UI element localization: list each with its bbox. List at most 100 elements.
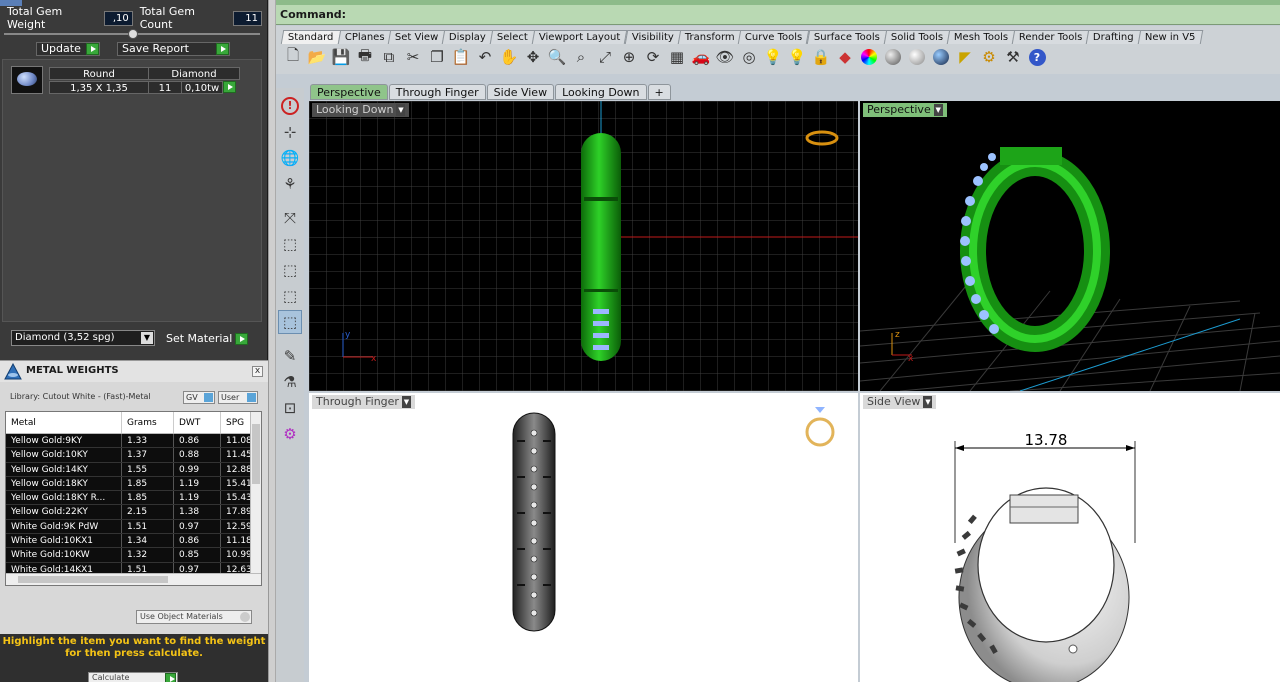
print-icon[interactable]: 🖶 (354, 46, 376, 68)
sphere-dark-icon[interactable] (882, 46, 904, 68)
rotate-icon[interactable]: ⟳ (642, 46, 664, 68)
toolbar-tab[interactable]: Surface Tools (806, 30, 887, 44)
column-header[interactable]: DWT (174, 412, 221, 433)
axes-icon[interactable]: ⚘ (278, 172, 302, 196)
column-header[interactable]: Metal (6, 412, 122, 433)
update-button[interactable]: Update (36, 42, 100, 56)
lock-icon[interactable]: 🔒 (810, 46, 832, 68)
vertical-scrollbar[interactable] (250, 412, 261, 575)
save-icon[interactable]: 💾 (330, 46, 352, 68)
gem-row-go-button[interactable] (223, 81, 237, 94)
toolbar-tab[interactable]: Viewport Layout (531, 30, 628, 44)
eye-icon[interactable]: 👁 (714, 46, 736, 68)
transform-icon[interactable]: ⤧ (278, 206, 302, 230)
layer-icon[interactable]: ◆ (834, 46, 856, 68)
toolbar-tab[interactable]: Render Tools (1011, 30, 1090, 44)
gumball-icon[interactable]: ⊹ (278, 120, 302, 144)
table-row[interactable]: Yellow Gold:9KY 1.33 0.86 11.08 (6, 434, 251, 449)
table-row[interactable]: Yellow Gold:22KY 2.15 1.38 17.89 (6, 505, 251, 520)
box-side-icon[interactable]: ⬚ (278, 284, 302, 308)
calculate-button[interactable]: Calculate (88, 672, 178, 682)
sphere-blue-icon[interactable] (930, 46, 952, 68)
fill-icon[interactable]: ⚗ (278, 370, 302, 394)
toolbar-tab[interactable]: Select (490, 30, 536, 44)
viewport-looking-down[interactable]: y x Looking Down ▼ (309, 101, 858, 391)
viewport-tab[interactable]: Through Finger (388, 84, 486, 100)
move-icon[interactable]: ✥ (522, 46, 544, 68)
table-row[interactable]: White Gold:10KW 1.32 0.85 10.99 (6, 548, 251, 563)
toolbar-tab[interactable]: Drafting (1086, 30, 1142, 44)
table-row[interactable]: Yellow Gold:14KY 1.55 0.99 12.88 (6, 462, 251, 477)
toolbar-tab[interactable]: Mesh Tools (946, 30, 1016, 44)
close-icon[interactable]: x (252, 366, 263, 377)
sphere-white-icon[interactable] (906, 46, 928, 68)
viewport-side-view[interactable]: 13.78 Side View ▼ (860, 393, 1280, 682)
cog-purple-icon[interactable]: ⚙ (278, 422, 302, 446)
set-material-button[interactable]: Set Material (162, 332, 248, 346)
table-row[interactable]: White Gold:9K PdW 1.51 0.97 12.59 (6, 519, 251, 535)
viewport-through-finger[interactable]: Through Finger ▼ (309, 393, 858, 682)
user-toggle[interactable]: User (218, 391, 258, 404)
add-viewport-tab[interactable]: + (647, 84, 671, 100)
toolbar-tab[interactable]: Visibility (624, 30, 681, 44)
gem-slider-knob[interactable] (128, 29, 138, 39)
copy-icon[interactable]: ❐ (426, 46, 448, 68)
box-top-icon[interactable]: ⬚ (278, 232, 302, 256)
viewport-title-perspective[interactable]: Perspective ▼ (863, 103, 947, 117)
toolbar-tab[interactable]: CPlanes (337, 30, 392, 44)
zoom-extents-icon[interactable]: ⤢ (594, 46, 616, 68)
use-object-materials-button[interactable]: Use Object Materials (136, 610, 252, 624)
save-report-button[interactable]: Save Report (117, 42, 230, 56)
light-icon[interactable]: 💡 (786, 46, 808, 68)
undo-icon[interactable]: ↶ (474, 46, 496, 68)
grid-icon[interactable]: ▦ (666, 46, 688, 68)
viewport-title-through-finger[interactable]: Through Finger ▼ (312, 395, 415, 409)
viewport-perspective[interactable]: z x Perspective ▼ (860, 101, 1280, 391)
box-front-icon[interactable]: ⬚ (278, 258, 302, 282)
globe-icon[interactable]: 🌐 (278, 146, 302, 170)
column-header[interactable]: SPG (221, 412, 251, 433)
tools-icon[interactable]: ⚒ (1002, 46, 1024, 68)
material-select[interactable]: Diamond (3,52 spg) ▼ (11, 330, 155, 346)
zoom-selected-icon[interactable]: ⊕ (618, 46, 640, 68)
zoom-icon[interactable]: 🔍 (546, 46, 568, 68)
magic-wand-icon[interactable]: ✎ (278, 344, 302, 368)
viewport-tab[interactable]: Side View (486, 84, 555, 100)
lightbulb-icon[interactable]: 💡 (762, 46, 784, 68)
cut-icon[interactable]: ✂ (402, 46, 424, 68)
table-row[interactable]: White Gold:10KX1 1.34 0.86 11.18 (6, 534, 251, 549)
viewport-title-looking-down[interactable]: Looking Down ▼ (312, 103, 410, 117)
viewport-title-side-view[interactable]: Side View ▼ (863, 395, 937, 409)
gv-toggle[interactable]: GV (183, 391, 215, 404)
stop-icon[interactable]: ! (278, 94, 302, 118)
gem-thumbnail-icon[interactable] (11, 66, 43, 94)
open-folder-icon[interactable]: 📂 (306, 46, 328, 68)
zoom-window-icon[interactable]: ⌕ (570, 46, 592, 68)
spotlight-icon[interactable]: ◤ (954, 46, 976, 68)
horizontal-scrollbar[interactable] (6, 573, 261, 585)
toolbar-tab[interactable]: Display (442, 30, 494, 44)
help-icon[interactable]: ? (1026, 46, 1048, 68)
gear-icon[interactable]: ⚙ (978, 46, 1000, 68)
panel-divider[interactable] (268, 0, 276, 682)
box-perspective-icon[interactable]: ⬚ (278, 310, 302, 334)
toolbar-tab[interactable]: Solid Tools (883, 30, 950, 44)
scroll-thumb[interactable] (252, 424, 260, 484)
table-row[interactable]: Yellow Gold:18KY 1.85 1.19 15.41 (6, 476, 251, 492)
paste-icon[interactable]: 📋 (450, 46, 472, 68)
color-wheel-icon[interactable] (858, 46, 880, 68)
toolbar-tab[interactable]: Transform (677, 30, 742, 44)
car-render-icon[interactable]: 🚗 (690, 46, 712, 68)
viewport-tab[interactable]: Looking Down (555, 84, 647, 100)
circle-icon[interactable]: ◎ (738, 46, 760, 68)
pan-hand-icon[interactable]: ✋ (498, 46, 520, 68)
new-file-icon[interactable]: 🗋 (282, 46, 304, 68)
toolbar-tab[interactable]: Curve Tools (738, 30, 810, 44)
scroll-thumb[interactable] (18, 576, 168, 583)
fit-view-icon[interactable]: ⊡ (278, 396, 302, 420)
command-line[interactable]: Command: (276, 5, 1280, 25)
viewport-tab[interactable]: Perspective (310, 84, 388, 100)
toolbar-tab[interactable]: Set View (387, 30, 446, 44)
column-header[interactable]: Grams (122, 412, 174, 433)
table-row[interactable]: Yellow Gold:18KY R... 1.85 1.19 15.43 (6, 491, 251, 506)
